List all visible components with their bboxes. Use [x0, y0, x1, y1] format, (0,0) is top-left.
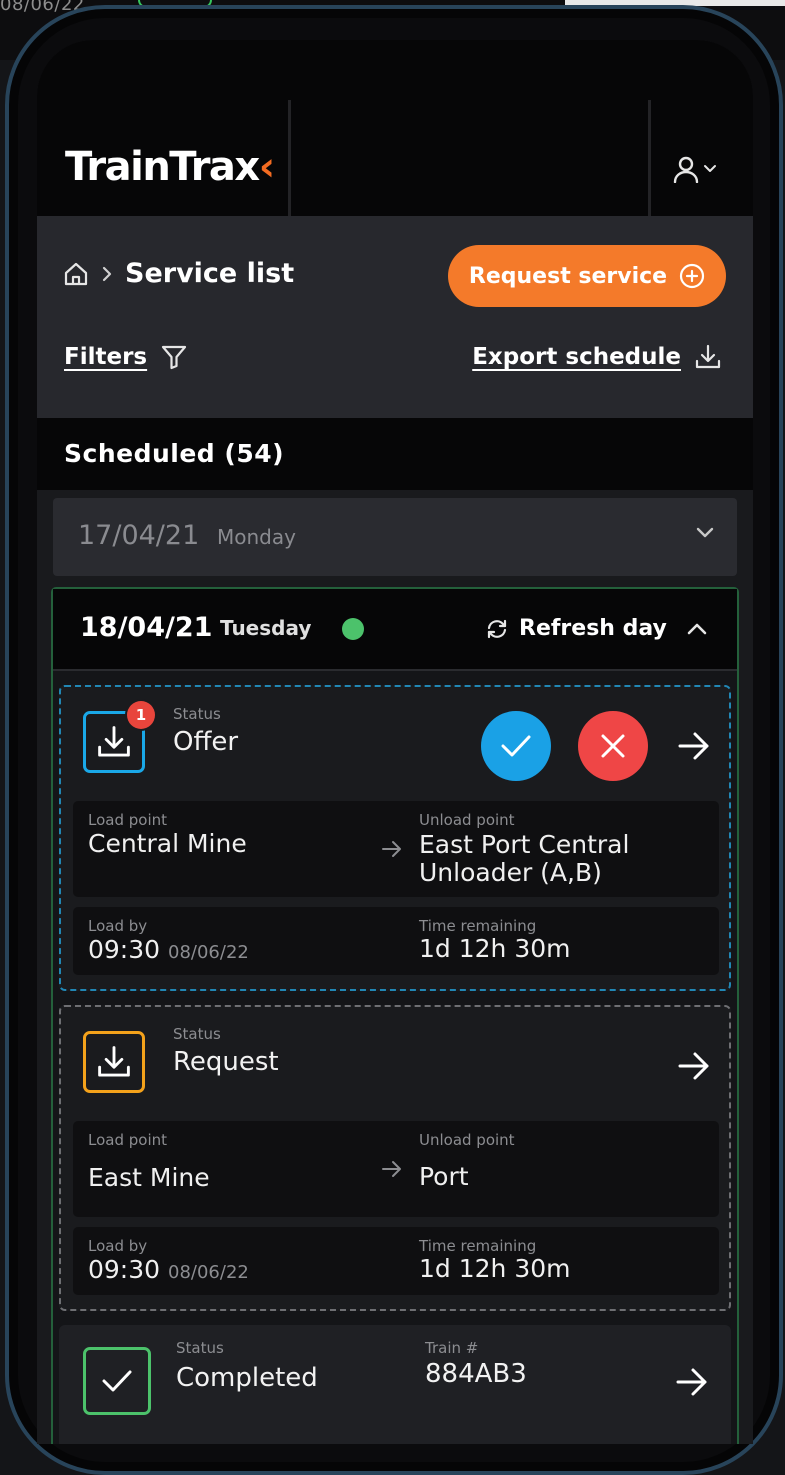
- day-status-dot: [342, 618, 364, 640]
- check-icon: [102, 1370, 132, 1392]
- request-service-button[interactable]: Request service: [448, 245, 726, 307]
- load-by-date: 08/06/22: [168, 1262, 249, 1283]
- add-circle-icon: [679, 263, 705, 289]
- filters-button[interactable]: Filters: [64, 344, 187, 370]
- reject-offer-button[interactable]: [578, 711, 648, 781]
- service-card-offer[interactable]: 1 Status Offer Load point Central Mine U…: [59, 685, 731, 991]
- breadcrumb: Service list: [63, 258, 294, 289]
- accept-offer-button[interactable]: [481, 711, 551, 781]
- refresh-day-button[interactable]: Refresh day: [485, 616, 709, 641]
- status-icon-completed: [83, 1347, 151, 1415]
- unload-point-label: Unload point: [419, 811, 515, 829]
- day-header[interactable]: 18/04/21 Tuesday Refresh day: [53, 589, 737, 671]
- arrow-right-icon[interactable]: [675, 1367, 709, 1397]
- export-schedule-label: Export schedule: [472, 344, 681, 370]
- time-remaining-label: Time remaining: [419, 1237, 537, 1255]
- download-icon: [98, 726, 130, 757]
- timing-row: Load by 09:30 08/06/22 Time remaining 1d…: [73, 907, 719, 975]
- train-value: 884AB3: [425, 1359, 527, 1389]
- filter-icon: [162, 345, 187, 370]
- route-row: Load point East Mine Unload point Port: [73, 1121, 719, 1217]
- load-point-label: Load point: [88, 1131, 168, 1149]
- day-date: 18/04/21: [80, 612, 213, 643]
- load-by-label: Load by: [88, 917, 148, 935]
- home-icon[interactable]: [63, 261, 89, 287]
- status-value: Request: [173, 1047, 279, 1077]
- time-remaining-label: Time remaining: [419, 917, 537, 935]
- service-card-completed[interactable]: Status Completed Train # 884AB3: [59, 1325, 731, 1444]
- day-date: 17/04/21: [78, 520, 200, 551]
- scheduled-section-header: Scheduled (54): [37, 418, 753, 490]
- download-icon: [98, 1046, 130, 1077]
- time-remaining-value: 1d 12h 30m: [419, 1254, 571, 1283]
- status-value: Completed: [176, 1363, 318, 1393]
- logo-text: TrainTrax: [65, 144, 260, 190]
- status-label: Status: [176, 1339, 224, 1357]
- chevron-down-icon: [704, 165, 716, 172]
- user-icon: [673, 156, 699, 183]
- load-point-label: Load point: [88, 811, 168, 829]
- day-weekday: Tuesday: [220, 616, 312, 640]
- day-row-collapsed[interactable]: 17/04/21 Monday: [53, 498, 737, 576]
- time-remaining-value: 1d 12h 30m: [419, 934, 571, 963]
- request-service-label: Request service: [468, 263, 668, 289]
- chevron-down-icon: [696, 527, 714, 538]
- load-by-time: 09:30: [88, 1255, 161, 1284]
- load-by-time: 09:30: [88, 935, 161, 964]
- route-arrow-icon: [382, 841, 401, 857]
- chevron-right-icon: [102, 266, 112, 281]
- chevron-up-icon[interactable]: [685, 621, 709, 637]
- route-arrow-icon: [382, 1161, 401, 1177]
- service-card-request[interactable]: Status Request Load point East Mine Unlo…: [59, 1005, 731, 1311]
- load-by-value: 09:30 08/06/22: [88, 1255, 249, 1284]
- arrow-right-icon[interactable]: [677, 731, 711, 761]
- status-value: Offer: [173, 727, 239, 757]
- load-point-value: Central Mine: [88, 829, 247, 858]
- unload-point-label: Unload point: [419, 1131, 515, 1149]
- download-icon: [695, 344, 721, 369]
- day-weekday: Monday: [217, 525, 296, 549]
- app-screen: TrainTrax‹ Service list Request service: [37, 40, 753, 1444]
- route-row: Load point Central Mine Unload point Eas…: [73, 801, 719, 897]
- traintrax-logo[interactable]: TrainTrax‹: [65, 144, 275, 190]
- unload-point-value: East Port Central Unloader (A,B): [419, 830, 630, 887]
- app-bar-divider: [288, 100, 291, 216]
- day-group-expanded: 18/04/21 Tuesday Refresh day 1 Status Of…: [51, 587, 739, 1444]
- load-by-value: 09:30 08/06/22: [88, 935, 249, 964]
- arrow-right-icon[interactable]: [677, 1051, 711, 1081]
- notification-badge: 1: [127, 701, 155, 729]
- check-icon: [501, 735, 531, 757]
- status-icon-request: [83, 1031, 145, 1093]
- status-label: Status: [173, 705, 221, 723]
- app-bar-divider: [648, 100, 651, 216]
- close-icon: [601, 734, 625, 758]
- export-schedule-button[interactable]: Export schedule: [472, 344, 721, 370]
- filters-label: Filters: [64, 344, 148, 370]
- app-bar: TrainTrax‹: [37, 40, 753, 216]
- timing-row: Load by 09:30 08/06/22 Time remaining 1d…: [73, 1227, 719, 1295]
- scheduled-title: Scheduled (54): [64, 439, 285, 468]
- page-title: Service list: [125, 258, 295, 289]
- load-by-label: Load by: [88, 1237, 148, 1255]
- load-point-value: East Mine: [88, 1163, 210, 1192]
- status-label: Status: [173, 1025, 221, 1043]
- train-label: Train #: [425, 1339, 479, 1357]
- unload-point-value: Port: [419, 1162, 469, 1191]
- refresh-day-label: Refresh day: [519, 616, 667, 641]
- load-by-date: 08/06/22: [168, 942, 249, 963]
- user-menu-button[interactable]: [673, 152, 723, 186]
- page-header: Service list Request service Filters Exp…: [37, 216, 753, 418]
- refresh-icon: [487, 619, 507, 638]
- logo-mark: ‹: [258, 144, 275, 190]
